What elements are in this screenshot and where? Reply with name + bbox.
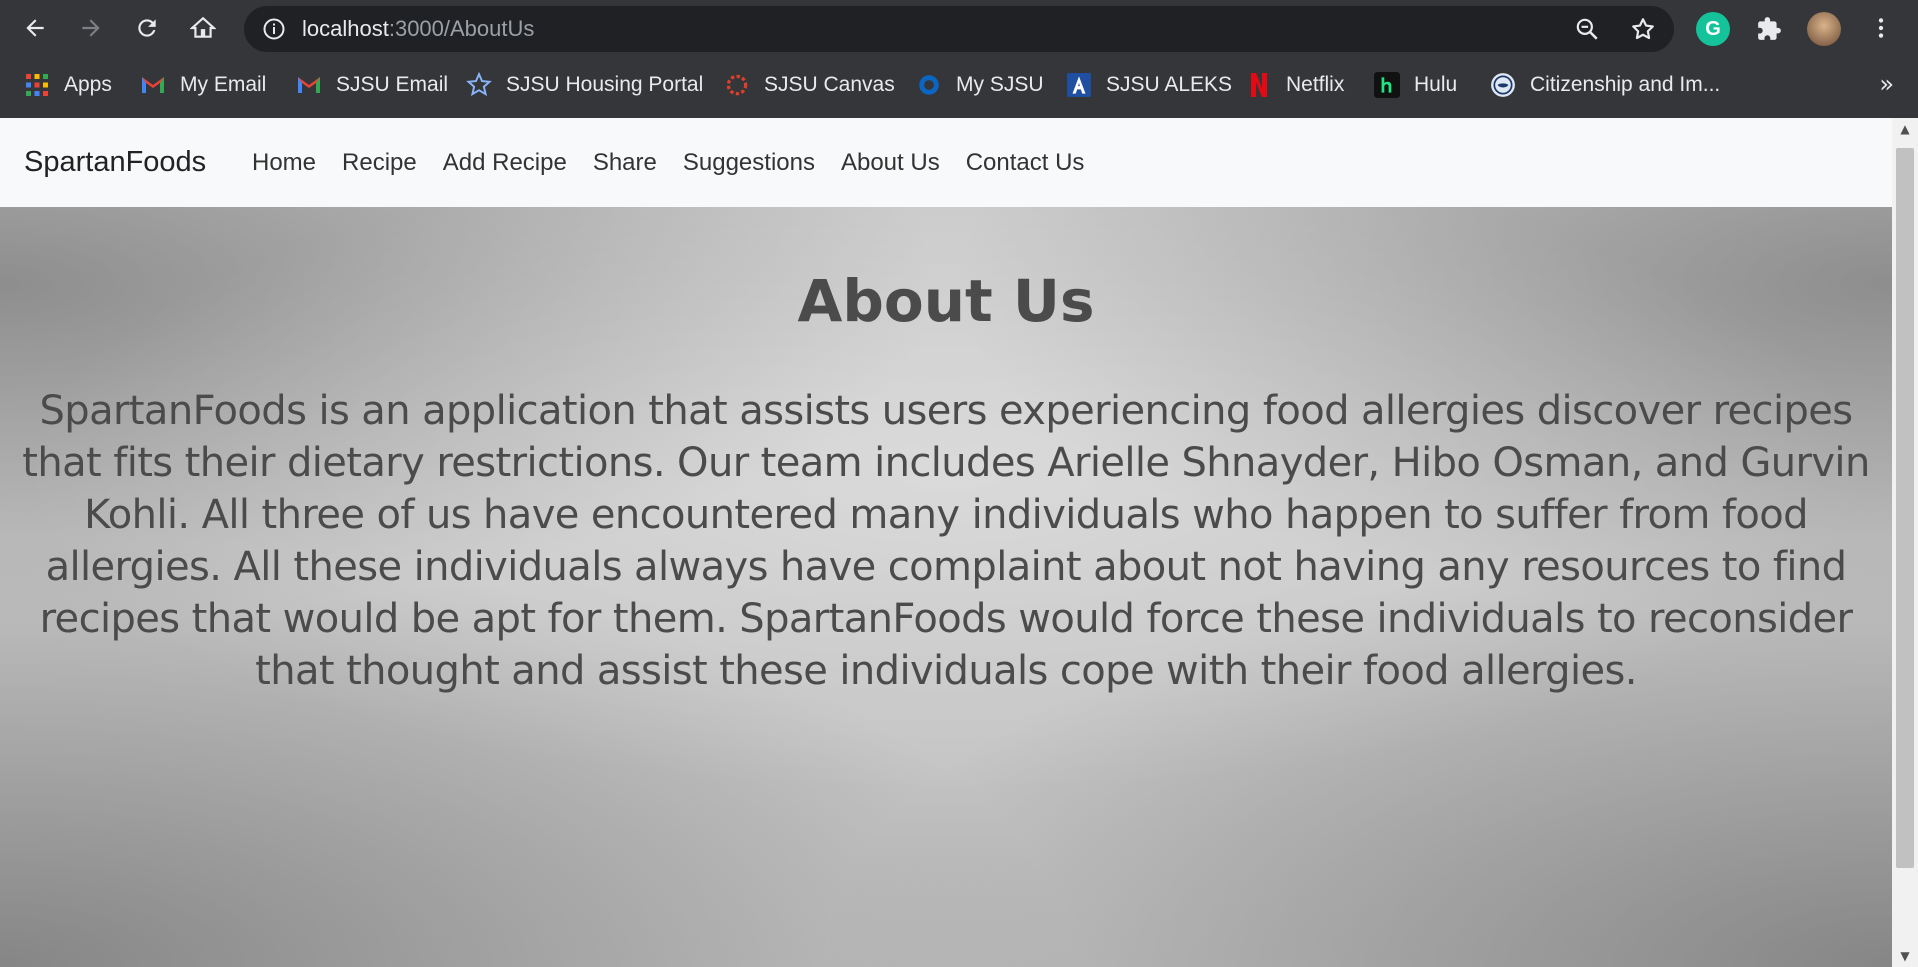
- netflix-icon: [1246, 72, 1272, 98]
- bookmark-label: My SJSU: [956, 73, 1044, 96]
- nav-contact-us[interactable]: Contact Us: [966, 149, 1085, 177]
- grammarly-extension-icon[interactable]: G: [1696, 12, 1730, 46]
- nav-home[interactable]: Home: [252, 149, 316, 177]
- about-description: SpartanFoods is an application that assi…: [22, 388, 1870, 694]
- browser-menu-button[interactable]: [1862, 9, 1900, 47]
- forward-button[interactable]: [72, 9, 110, 47]
- site-navbar: SpartanFoods Home Recipe Add Recipe Shar…: [0, 118, 1892, 207]
- nav-add-recipe[interactable]: Add Recipe: [443, 149, 567, 177]
- bookmark-hulu[interactable]: Hulu: [1374, 58, 1457, 112]
- back-button[interactable]: [16, 9, 54, 47]
- nav-about-us[interactable]: About Us: [841, 149, 940, 177]
- gmail-icon: [296, 72, 322, 98]
- more-bookmarks-button[interactable]: »: [1879, 70, 1894, 98]
- nav-recipe[interactable]: Recipe: [342, 149, 417, 177]
- bookmark-label: Hulu: [1414, 73, 1458, 96]
- page-viewport: SpartanFoods Home Recipe Add Recipe Shar…: [0, 118, 1892, 967]
- url-text[interactable]: localhost:3000/AboutUs: [302, 6, 534, 52]
- bookmark-netflix[interactable]: Netflix: [1246, 58, 1344, 112]
- bookmark-label: SJSU ALEKS: [1106, 73, 1233, 96]
- back-arrow-icon: [26, 19, 44, 37]
- bookmark-label: SJSU Email: [336, 73, 449, 96]
- nav-suggestions[interactable]: Suggestions: [683, 149, 815, 177]
- site-brand-link[interactable]: SpartanFoods: [24, 118, 206, 207]
- bookmark-sjsu-aleks[interactable]: SJSU ALEKS: [1066, 58, 1232, 112]
- about-section: About Us SpartanFoods is an application …: [0, 207, 1892, 967]
- bookmark-label: Citizenship and Im...: [1530, 73, 1721, 96]
- bookmark-label: SJSU Canvas: [764, 73, 895, 96]
- home-icon: [190, 16, 216, 38]
- bookmark-star-icon[interactable]: [1630, 16, 1656, 42]
- scroll-thumb[interactable]: [1896, 148, 1914, 868]
- dhs-seal-icon: [1490, 72, 1516, 98]
- zoom-icon[interactable]: [1574, 16, 1600, 42]
- bookmark-label: Apps: [64, 73, 112, 96]
- bookmark-apps[interactable]: Apps: [24, 58, 112, 112]
- browser-toolbar: localhost:3000/AboutUs G: [0, 0, 1918, 58]
- bookmarks-bar: Apps My Email SJSU Email SJSU Housing Po…: [0, 58, 1918, 119]
- forward-arrow-icon: [82, 19, 100, 37]
- bookmark-sjsu-email[interactable]: SJSU Email: [296, 58, 448, 112]
- bookmark-label: SJSU Housing Portal: [506, 73, 704, 96]
- url-path: :3000/AboutUs: [388, 16, 535, 41]
- page-scrollbar[interactable]: ▲ ▼: [1892, 118, 1918, 967]
- reload-icon: [138, 19, 156, 37]
- star-icon: [466, 72, 492, 98]
- info-icon[interactable]: [262, 17, 286, 41]
- bookmark-label: Netflix: [1286, 73, 1345, 96]
- bookmark-my-sjsu[interactable]: My SJSU: [916, 58, 1044, 112]
- home-button[interactable]: [184, 9, 222, 47]
- extensions-puzzle-icon[interactable]: [1752, 12, 1786, 46]
- bookmark-citizenship[interactable]: Citizenship and Im...: [1490, 58, 1720, 112]
- hulu-icon: [1374, 72, 1400, 98]
- address-bar[interactable]: localhost:3000/AboutUs: [244, 6, 1674, 52]
- profile-avatar[interactable]: [1807, 12, 1841, 46]
- scroll-up-arrow-icon[interactable]: ▲: [1892, 118, 1918, 140]
- bookmark-sjsu-housing-portal[interactable]: SJSU Housing Portal: [466, 58, 703, 112]
- nav-share[interactable]: Share: [593, 149, 657, 177]
- apps-grid-icon: [24, 72, 50, 98]
- canvas-icon: [724, 72, 750, 98]
- scroll-down-arrow-icon[interactable]: ▼: [1892, 945, 1918, 967]
- gmail-icon: [140, 72, 166, 98]
- bookmark-sjsu-canvas[interactable]: SJSU Canvas: [724, 58, 895, 112]
- aleks-icon: [1066, 72, 1092, 98]
- bookmark-label: My Email: [180, 73, 267, 96]
- reload-button[interactable]: [128, 9, 166, 47]
- url-host: localhost: [302, 16, 389, 41]
- nav-links: Home Recipe Add Recipe Share Suggestions…: [252, 118, 1110, 207]
- page-title: About Us: [797, 267, 1095, 335]
- more-vertical-icon: [1878, 18, 1884, 38]
- circle-icon: [916, 72, 942, 98]
- bookmark-my-email[interactable]: My Email: [140, 58, 266, 112]
